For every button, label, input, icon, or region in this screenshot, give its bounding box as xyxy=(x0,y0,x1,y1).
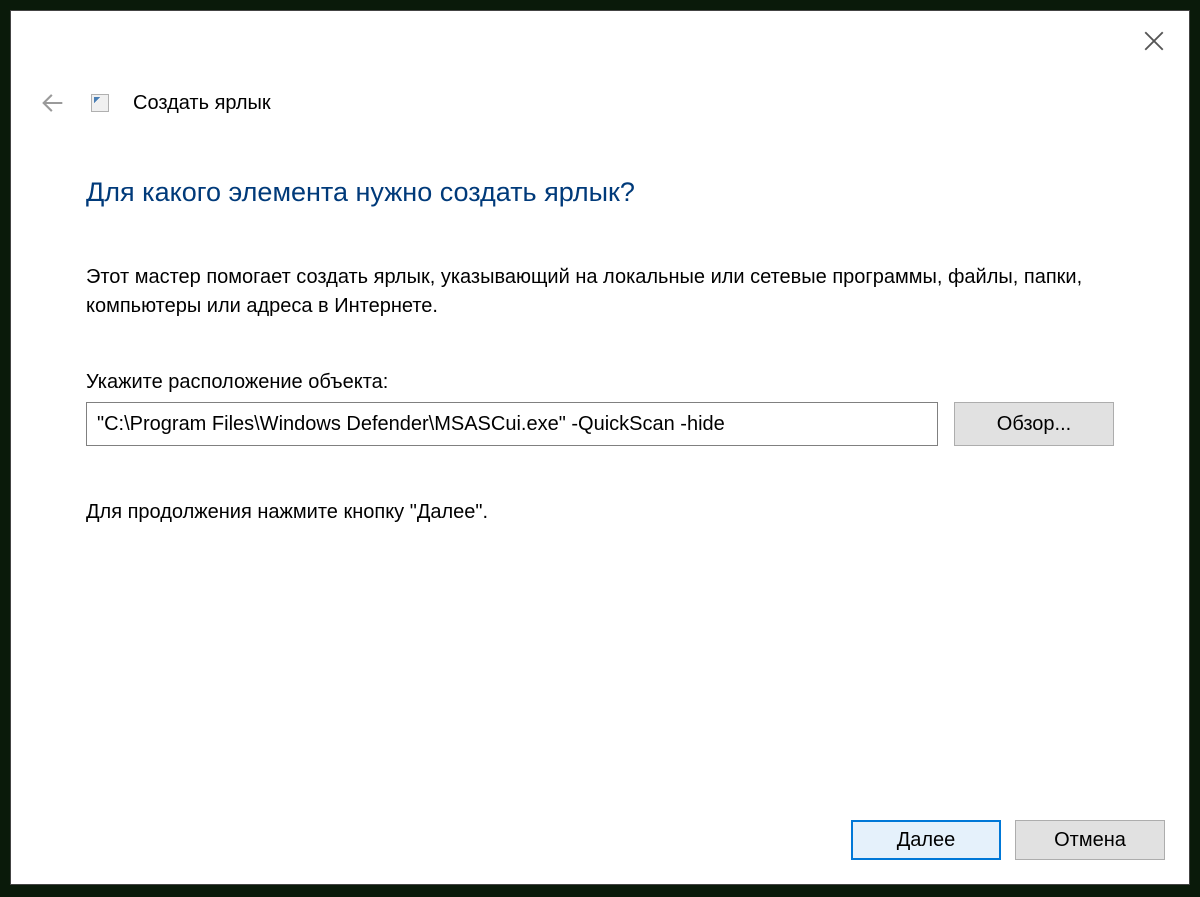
wizard-heading: Для какого элемента нужно создать ярлык? xyxy=(86,177,1114,208)
wizard-footer: Далее Отмена xyxy=(851,820,1165,860)
location-input[interactable] xyxy=(86,402,938,446)
back-arrow-icon[interactable] xyxy=(39,89,67,117)
continue-text: Для продолжения нажмите кнопку "Далее". xyxy=(86,501,1114,524)
location-label: Укажите расположение объекта: xyxy=(86,371,1114,394)
next-button[interactable]: Далее xyxy=(851,820,1001,860)
browse-button[interactable]: Обзор... xyxy=(954,402,1114,446)
cancel-button[interactable]: Отмена xyxy=(1015,820,1165,860)
close-icon[interactable] xyxy=(1144,31,1164,51)
location-row: Обзор... xyxy=(86,402,1114,446)
shortcut-icon xyxy=(91,94,109,112)
wizard-header: Создать ярлык xyxy=(11,11,1189,117)
wizard-content: Для какого элемента нужно создать ярлык?… xyxy=(11,117,1189,524)
wizard-description: Этот мастер помогает создать ярлык, указ… xyxy=(86,263,1114,321)
window-title: Создать ярлык xyxy=(133,92,271,115)
wizard-window: Создать ярлык Для какого элемента нужно … xyxy=(10,10,1190,885)
